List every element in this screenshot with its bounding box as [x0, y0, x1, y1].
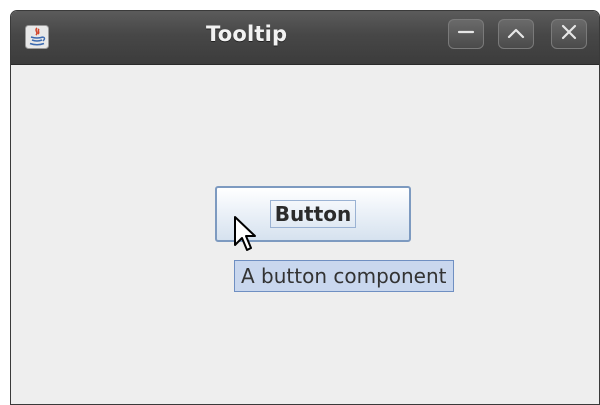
- mouse-pointer-icon: [233, 215, 259, 255]
- maximize-button[interactable]: [498, 19, 534, 49]
- button-label: Button: [269, 200, 357, 228]
- minimize-button[interactable]: [448, 19, 484, 49]
- tooltip: A button component: [234, 260, 454, 292]
- app-window: Tooltip Button A button component: [10, 10, 600, 405]
- window-title: Tooltip: [206, 22, 288, 46]
- java-icon[interactable]: [25, 25, 49, 49]
- close-icon: [560, 23, 578, 45]
- title-bar[interactable]: Tooltip: [11, 11, 599, 65]
- minimize-icon: [457, 25, 475, 44]
- maximize-icon: [506, 25, 526, 44]
- close-button[interactable]: [551, 19, 587, 49]
- content-pane: Button A button component: [11, 65, 599, 404]
